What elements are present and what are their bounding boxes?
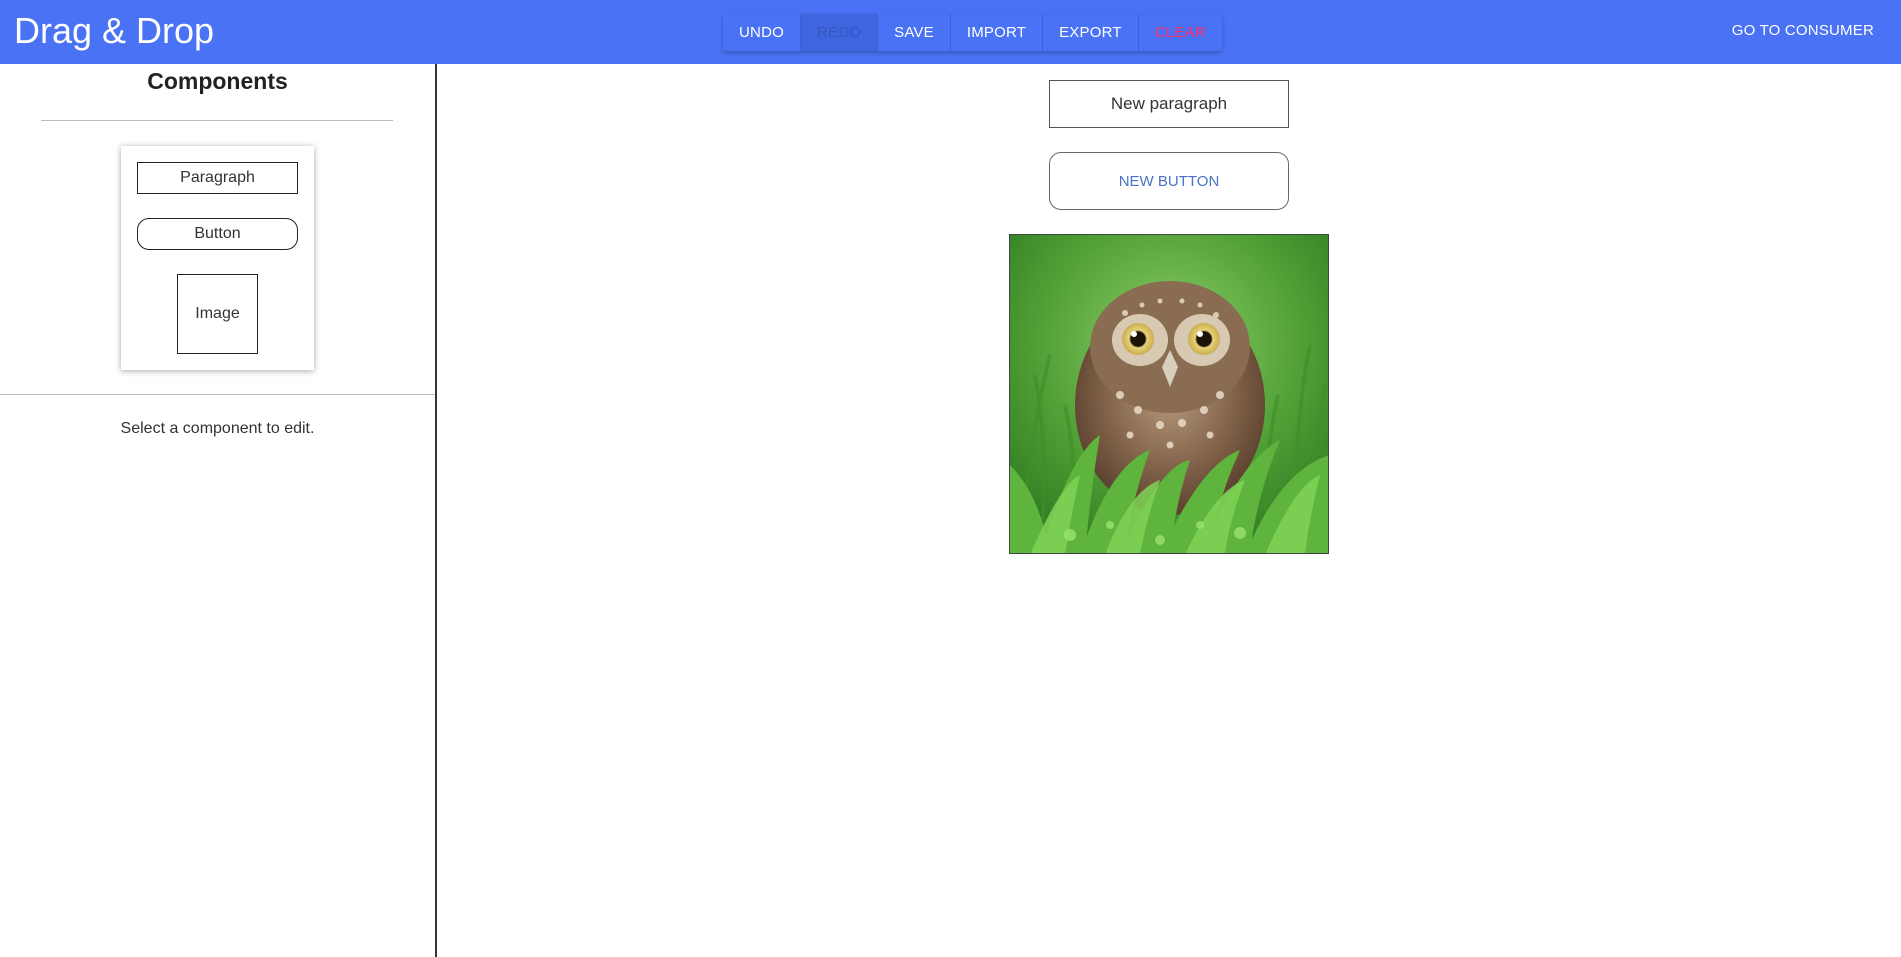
redo-button[interactable]: REDO: [800, 14, 879, 51]
export-button[interactable]: EXPORT: [1043, 14, 1139, 51]
import-button[interactable]: IMPORT: [950, 14, 1044, 51]
component-palette: Paragraph Button Image: [121, 146, 314, 370]
undo-button[interactable]: UNDO: [723, 14, 801, 51]
canvas-image[interactable]: [1009, 234, 1329, 554]
sidebar-title-divider: [41, 120, 393, 121]
palette-button-item[interactable]: Button: [137, 218, 298, 250]
sidebar-title: Components: [147, 68, 288, 94]
palette-paragraph-item[interactable]: Paragraph: [137, 162, 298, 194]
canvas-paragraph[interactable]: New paragraph: [1049, 80, 1289, 128]
palette-image-item[interactable]: Image: [177, 274, 258, 354]
edit-hint-text: Select a component to edit.: [120, 420, 315, 437]
app-header: Drag & Drop UNDO REDO SAVE IMPORT EXPORT…: [0, 0, 1901, 64]
canvas-button[interactable]: NEW BUTTON: [1049, 152, 1289, 210]
app-title: Drag & Drop: [14, 10, 215, 51]
go-to-consumer-link[interactable]: GO TO CONSUMER: [1732, 22, 1874, 39]
clear-button[interactable]: CLEAR: [1138, 14, 1222, 51]
owl-image: [1010, 235, 1328, 553]
toolbar: UNDO REDO SAVE IMPORT EXPORT CLEAR: [723, 14, 1222, 51]
save-button[interactable]: SAVE: [878, 14, 951, 51]
editor-canvas[interactable]: New paragraph NEW BUTTON: [439, 64, 1901, 957]
sidebar-section-divider: [0, 394, 435, 395]
components-sidebar: Components Paragraph Button Image Select…: [0, 64, 437, 957]
